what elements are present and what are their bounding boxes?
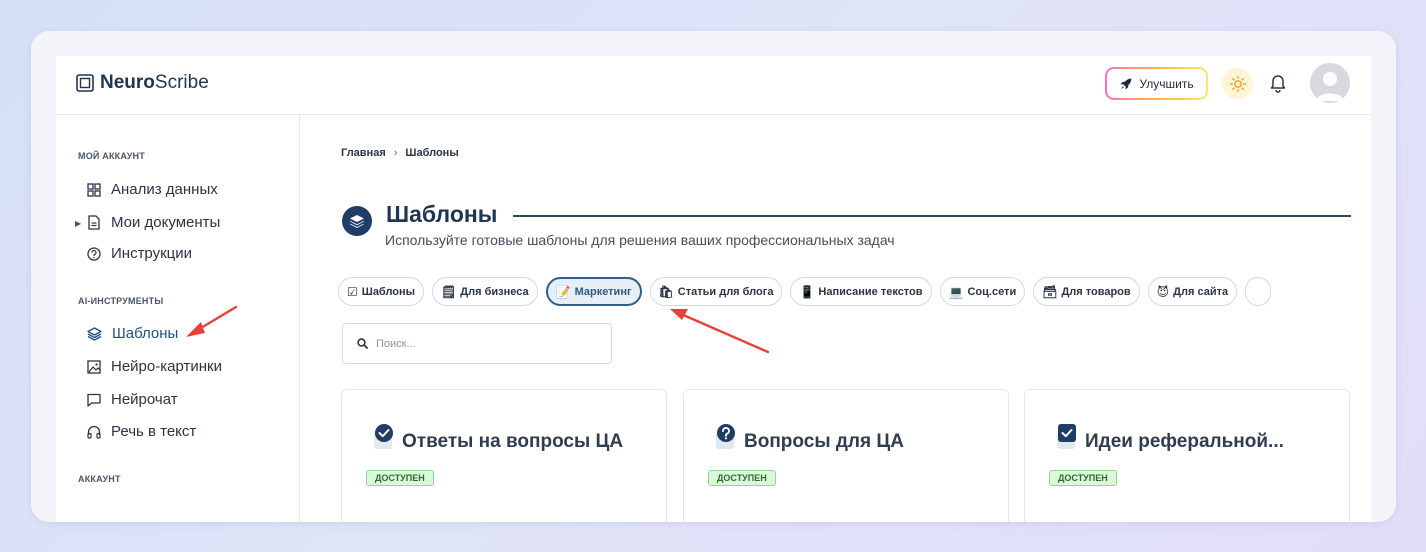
template-card[interactable]: Ответы на вопросы ЦА ДОСТУПЕН (341, 389, 667, 522)
user-avatar[interactable] (1310, 63, 1350, 103)
upgrade-label: Улучшить (1139, 76, 1194, 91)
main-content: Главная › Шаблоны Шаблоны Используйте го… (301, 115, 1371, 522)
image-icon (87, 359, 101, 374)
category-chip-business[interactable]: 🗒 Для бизнеса (432, 277, 538, 306)
sidebar-item-label: Речь в текст (111, 423, 197, 440)
check-square-icon (1057, 424, 1076, 449)
sidebar-item-documents[interactable]: Мои документы (87, 214, 220, 231)
sidebar-item-label: Мои документы (111, 214, 221, 231)
chip-label: Маркетинг (574, 285, 632, 298)
category-chip-products[interactable]: 🗃 Для товаров (1033, 277, 1140, 306)
screenshot-frame: Neuro Scribe Улучшить МОЙ АККАУНТ Анализ… (31, 31, 1396, 522)
help-icon (87, 246, 101, 261)
sidebar-item-analytics[interactable]: Анализ данных (87, 181, 218, 198)
bell-icon (1270, 75, 1286, 93)
devil-icon: 😈 (1156, 284, 1170, 299)
laptop-icon: 💻 (948, 284, 964, 299)
phone-icon: 📱 (799, 284, 815, 299)
sidebar-item-label: Инструкции (111, 245, 193, 262)
chip-label: Для товаров (1061, 285, 1131, 298)
sidebar-item-neuro-images[interactable]: Нейро-картинки (87, 358, 222, 375)
title-divider (513, 215, 1351, 217)
search-field[interactable]: Поиск... (342, 323, 612, 364)
chip-label: Шаблоны (361, 285, 416, 298)
status-badge: ДОСТУПЕН (708, 470, 776, 486)
brand-logo[interactable]: Neuro Scribe (76, 72, 209, 94)
category-chip-copywriting[interactable]: 📱 Написание текстов (790, 277, 932, 306)
top-bar: Neuro Scribe Улучшить (56, 56, 1371, 115)
question-circle-icon (716, 424, 735, 449)
check-circle-icon (374, 424, 393, 449)
checkbox-icon: ☑ (347, 284, 358, 299)
category-chip-social[interactable]: 💻 Соц.сети (939, 277, 1026, 306)
rocket-icon (1120, 78, 1132, 89)
category-chip-marketing[interactable]: 📝 Маркетинг (545, 277, 642, 306)
status-badge: ДОСТУПЕН (366, 470, 434, 486)
card-title: Вопросы для ЦА (744, 431, 904, 452)
notifications-button[interactable] (1269, 73, 1287, 98)
search-icon (357, 338, 368, 349)
category-filter-bar: ☑ Шаблоны 🗒 Для бизнеса 📝 Маркетинг 🛍 Статьи… (338, 277, 1272, 306)
brand-name-regular: Scribe (154, 72, 209, 93)
chip-label: Соц.сети (967, 285, 1017, 298)
category-chip-website[interactable]: 😈 Для сайта (1147, 277, 1238, 306)
breadcrumb-home[interactable]: Главная (341, 147, 386, 159)
sidebar-item-label: Шаблоны (112, 325, 179, 342)
breadcrumb-separator: › (393, 147, 398, 159)
page-title: Шаблоны (386, 201, 498, 227)
layers-icon (87, 326, 102, 341)
memo-icon: 📝 (555, 284, 571, 299)
notepad-icon: 🗒 (441, 284, 457, 299)
chip-label: Написание текстов (818, 285, 923, 298)
upgrade-button[interactable]: Улучшить (1105, 67, 1208, 100)
search-placeholder: Поиск... (376, 337, 416, 350)
status-badge: ДОСТУПЕН (1049, 470, 1117, 486)
template-card[interactable]: Вопросы для ЦА ДОСТУПЕН (683, 389, 1009, 522)
expand-caret-icon[interactable]: ▶ (75, 219, 81, 228)
sidebar-item-neurochat[interactable]: Нейрочат (87, 391, 178, 408)
brand-name-bold: Neuro (100, 72, 155, 93)
breadcrumb: Главная › Шаблоны (341, 147, 459, 159)
template-card[interactable]: Идеи реферальной... ДОСТУПЕН (1024, 389, 1350, 522)
sidebar-item-speech-to-text[interactable]: Речь в текст (87, 423, 196, 440)
page-layers-icon (342, 206, 372, 236)
logo-icon (76, 74, 94, 92)
card-box-icon: 🗃 (1042, 284, 1058, 299)
document-icon (88, 215, 100, 230)
theme-toggle[interactable] (1222, 68, 1253, 99)
headphones-icon (87, 425, 101, 439)
shopping-bags-icon: 🛍 (658, 284, 674, 299)
card-title: Ответы на вопросы ЦА (402, 431, 624, 452)
sidebar-item-label: Нейрочат (111, 391, 178, 408)
app-window: Neuro Scribe Улучшить МОЙ АККАУНТ Анализ… (56, 56, 1371, 522)
sun-icon (1229, 75, 1246, 92)
category-chip-overflow[interactable] (1245, 277, 1272, 306)
category-chip-blog[interactable]: 🛍 Статьи для блога (649, 277, 783, 306)
sidebar-item-templates[interactable]: Шаблоны (87, 325, 178, 342)
breadcrumb-current: Шаблоны (405, 147, 459, 159)
section-title-account: АККАУНТ (78, 474, 121, 484)
sidebar: МОЙ АККАУНТ Анализ данных ▶ Мои документ… (56, 115, 300, 522)
chip-label: Для сайта (1173, 285, 1229, 298)
chip-label: Для бизнеса (460, 285, 529, 298)
grid-icon (87, 182, 101, 197)
section-title-my-account: МОЙ АККАУНТ (78, 151, 145, 161)
chat-icon (87, 393, 101, 407)
card-title: Идеи реферальной... (1085, 431, 1284, 452)
chip-label: Статьи для блога (677, 285, 774, 298)
section-title-ai-tools: AI-ИНСТРУМЕНТЫ (78, 296, 164, 306)
sidebar-item-instructions[interactable]: Инструкции (87, 245, 192, 262)
sidebar-item-label: Нейро-картинки (111, 358, 222, 375)
page-subtitle: Используйте готовые шаблоны для решения … (385, 232, 895, 248)
category-chip-templates[interactable]: ☑ Шаблоны (338, 277, 425, 306)
sidebar-item-label: Анализ данных (111, 181, 218, 198)
avatar-icon (1310, 63, 1350, 103)
